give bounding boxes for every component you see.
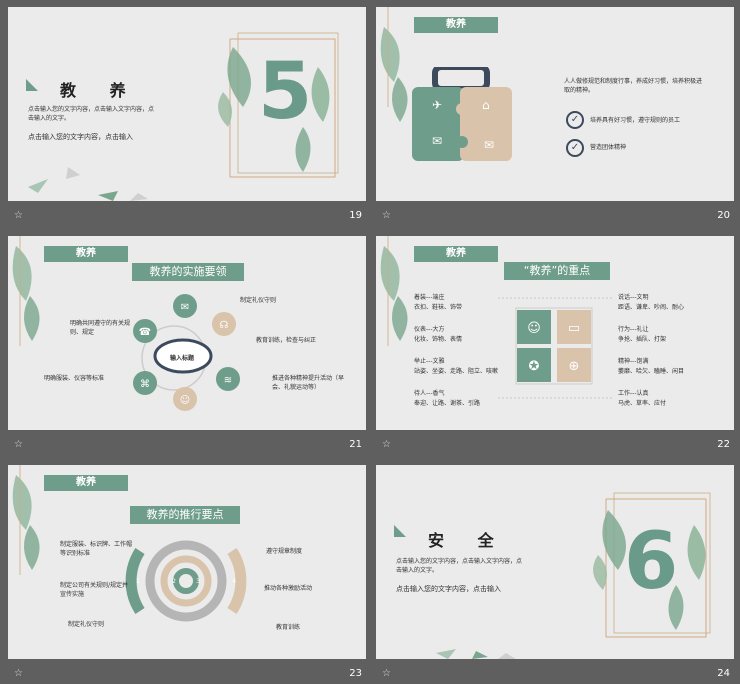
slide-24-footer: ☆ 24 bbox=[376, 666, 734, 684]
left-head-2: 仪表---大方 bbox=[414, 326, 445, 333]
slide-20[interactable]: 教养 ✈ ⌂ ✉ ✉ 人人做修规范和制度行事，养成好习惯，培养积极进取的精神。 … bbox=[376, 7, 734, 201]
leaf-decoration: 1 2 3 4 bbox=[12, 465, 247, 622]
left-head-1: 着装---端庄 bbox=[414, 294, 445, 301]
mindmap-diagram: ✉ ☊ ≋ ☺ ⌘ ☎ bbox=[133, 294, 240, 411]
right-item-3: 推进各种精神提升活动（早会、礼貌运动等） bbox=[272, 375, 345, 391]
svg-text:☺: ☺ bbox=[180, 395, 190, 406]
slide-23-footer: ☆ 23 bbox=[8, 666, 366, 684]
slide-subtitle: “教养”的重点 bbox=[504, 262, 610, 280]
star-icon[interactable]: ☆ bbox=[382, 210, 391, 221]
right-item-2: 教育训练，检查与纠正 bbox=[256, 337, 317, 344]
big-number: 5 bbox=[258, 47, 313, 137]
slide-21[interactable]: 教养 教养的实施要领 ✉ ☊ ≋ ☺ ⌘ ☎ 输入标题 明确共同遵守的有关规则、… bbox=[8, 236, 366, 430]
body-text-2: 点击输入您的文字内容，点击输入 bbox=[28, 133, 133, 141]
left-items-3: 站姿、坐姿、走路、阻立、咳嗽 bbox=[414, 368, 499, 375]
slide-title: 安 全 bbox=[428, 531, 508, 550]
right-item-3: 教育训练 bbox=[276, 624, 301, 631]
slide-24[interactable]: 6 安 全 点击输入您的文字内容，点击输入文字内容，点击输入的文字。 点击输入您… bbox=[376, 465, 734, 659]
right-head-2: 行为---礼让 bbox=[618, 326, 649, 333]
slide-title: 教 养 bbox=[60, 81, 140, 100]
body-text-2: 点击输入您的文字内容，点击输入 bbox=[396, 585, 501, 593]
right-items-1: 距语、谦卑、吵闹、耐心 bbox=[618, 304, 685, 311]
big-number: 6 bbox=[624, 517, 679, 607]
right-items-2: 争抢、插队、打架 bbox=[618, 336, 667, 343]
slide-19[interactable]: 5 教 养 点击输入您的文字内容，点击输入文字内容，点击输入的文字。 点击输入您… bbox=[8, 7, 366, 201]
right-items-3: 萎靡、哈欠、瞌睡、闲目 bbox=[618, 368, 685, 375]
right-head-4: 工作---认真 bbox=[618, 390, 649, 397]
left-items-2: 化妆、饰物、表情 bbox=[414, 336, 463, 343]
left-item-1: 明确共同遵守的有关规则、规定 bbox=[70, 320, 131, 336]
intro-text: 人人做修规范和制度行事，养成好习惯，培养积极进取的精神。 bbox=[564, 78, 703, 94]
left-item-1: 制定服装、标识牌、工作帽等识别标准 bbox=[60, 541, 133, 557]
star-icon[interactable]: ☆ bbox=[14, 668, 23, 679]
slide-22-footer: ☆ 22 bbox=[376, 437, 734, 455]
svg-text:✉: ✉ bbox=[432, 134, 442, 148]
slide-number: 20 bbox=[717, 210, 730, 221]
slide-number: 24 bbox=[717, 668, 730, 679]
check-icon: ✓ bbox=[566, 111, 584, 129]
svg-text:✈: ✈ bbox=[432, 98, 442, 112]
star-icon[interactable]: ☆ bbox=[382, 439, 391, 450]
star-icon[interactable]: ☆ bbox=[14, 210, 23, 221]
svg-text:☊: ☊ bbox=[220, 320, 229, 331]
left-items-4: 奉迎、让路、谢茶、引路 bbox=[414, 400, 481, 407]
right-item-2: 推动各种激励活动 bbox=[264, 585, 313, 592]
body-text: 点击输入您的文字内容，点击输入文字内容，点击输入的文字。 bbox=[28, 106, 155, 122]
slide-22[interactable]: ☺ ▭ ✪ ⊕ 教养 “教养”的重点 着装---端庄 衣扣、鞋袜、饰带 仪表--… bbox=[376, 236, 734, 430]
svg-text:⌘: ⌘ bbox=[140, 379, 150, 390]
svg-text:1: 1 bbox=[136, 578, 140, 585]
svg-text:☺: ☺ bbox=[527, 321, 541, 336]
svg-text:☎: ☎ bbox=[139, 327, 151, 338]
right-items-4: 马虎、草率、应付 bbox=[618, 400, 667, 407]
left-head-4: 待人---香气 bbox=[414, 390, 445, 397]
slide-number: 19 bbox=[349, 210, 362, 221]
section-tag: 教养 bbox=[414, 246, 498, 262]
center-label: 输入标题 bbox=[170, 355, 195, 362]
star-icon[interactable]: ☆ bbox=[14, 439, 23, 450]
slide-number: 21 bbox=[349, 439, 362, 450]
check-item-1: 培养具有好习惯，遵守规则的员工 bbox=[590, 117, 681, 124]
briefcase-icon: ✈ ⌂ ✉ ✉ bbox=[412, 67, 512, 161]
svg-text:▭: ▭ bbox=[568, 321, 580, 336]
leaf-decoration bbox=[26, 32, 339, 201]
slide-subtitle: 教养的推行要点 bbox=[130, 506, 240, 524]
svg-text:✉: ✉ bbox=[484, 138, 494, 152]
section-tag: 教养 bbox=[44, 475, 128, 491]
slide-21-footer: ☆ 21 bbox=[8, 437, 366, 455]
check-icon: ✓ bbox=[566, 139, 584, 157]
svg-text:2: 2 bbox=[172, 578, 176, 585]
star-icon[interactable]: ☆ bbox=[382, 668, 391, 679]
section-tag: 教养 bbox=[414, 17, 498, 33]
svg-text:✪: ✪ bbox=[529, 359, 540, 374]
check-item-2: 营造团体精神 bbox=[590, 144, 627, 151]
svg-text:≋: ≋ bbox=[224, 375, 232, 386]
svg-text:⊕: ⊕ bbox=[569, 359, 580, 374]
slide-number: 22 bbox=[717, 439, 730, 450]
left-item-3: 制定礼仪守则 bbox=[68, 621, 105, 628]
left-item-2: 明确服装、仪容等标准 bbox=[44, 375, 105, 382]
svg-text:3: 3 bbox=[196, 578, 200, 585]
body-text: 点击输入您的文字内容，点击输入文字内容，点击输入的文字。 bbox=[396, 558, 523, 574]
slide-20-footer: ☆ 20 bbox=[376, 208, 734, 226]
right-item-1: 遵守规章制度 bbox=[266, 548, 303, 555]
slide-number: 23 bbox=[349, 668, 362, 679]
svg-text:✉: ✉ bbox=[181, 302, 189, 313]
slide-23[interactable]: 1 2 3 4 教养 教养的推行要点 制定服装、标识牌、工作帽等识别标准 制定公… bbox=[8, 465, 366, 659]
svg-text:4: 4 bbox=[232, 578, 236, 585]
svg-text:⌂: ⌂ bbox=[482, 98, 490, 112]
left-head-3: 举止---文雅 bbox=[414, 358, 445, 365]
left-items-1: 衣扣、鞋袜、饰带 bbox=[414, 304, 463, 311]
right-head-1: 说话---文明 bbox=[618, 294, 649, 301]
right-item-1: 制定礼仪守则 bbox=[240, 297, 277, 304]
right-head-3: 精神---饱满 bbox=[618, 358, 649, 365]
left-item-2: 制定公司有关规则/规定并宣传实施 bbox=[60, 582, 129, 598]
slide-19-footer: ☆ 19 bbox=[8, 208, 366, 226]
